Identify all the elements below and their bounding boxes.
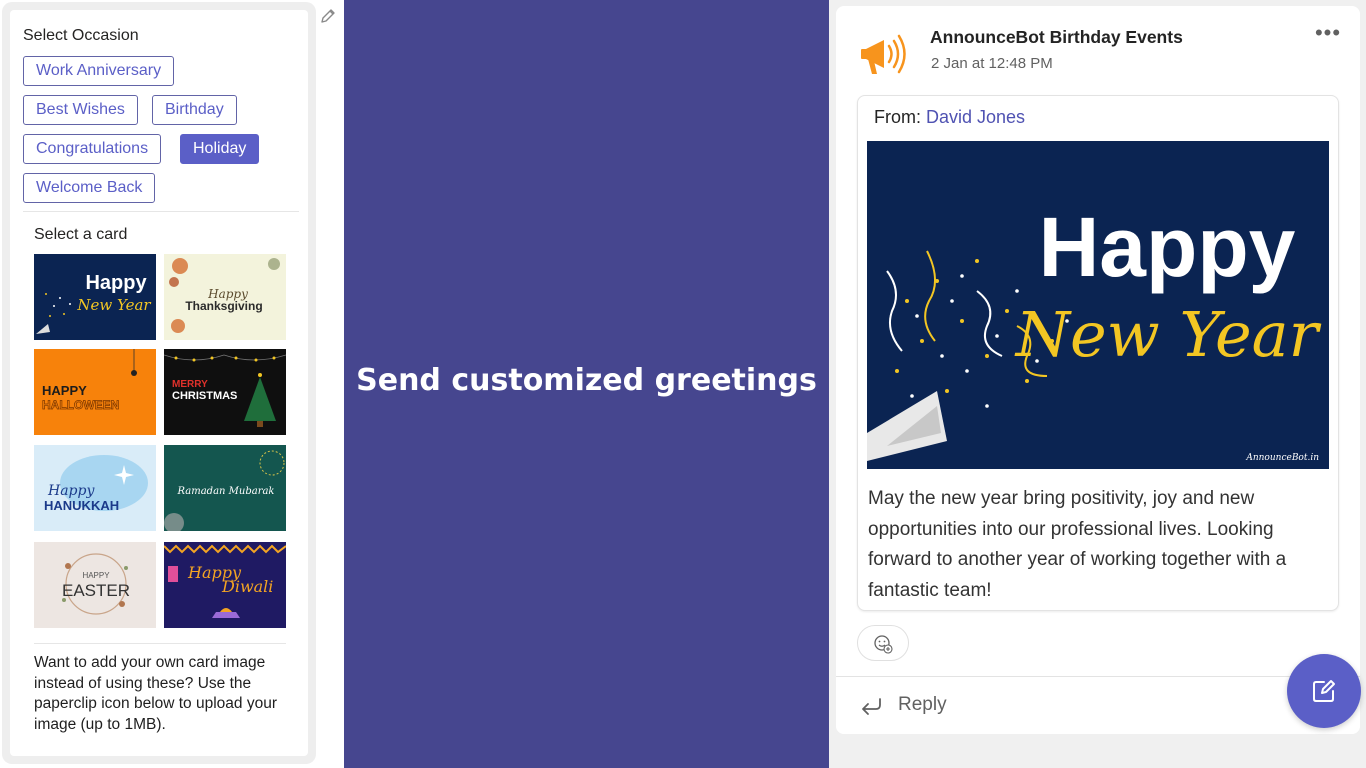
thumb-easter-line1: HAPPY xyxy=(82,571,110,580)
sender-name-link[interactable]: David Jones xyxy=(926,107,1025,127)
promo-banner: Send customized greetings xyxy=(344,0,829,768)
chip-welcome-back[interactable]: Welcome Back xyxy=(23,173,156,203)
section-divider xyxy=(23,211,299,212)
banner-headline: Send customized greetings xyxy=(356,363,817,398)
thumb-christmas-line2: CHRISTMAS xyxy=(172,390,237,402)
megaphone-icon xyxy=(858,26,914,82)
card-new-year[interactable]: Happy New Year xyxy=(34,254,156,340)
card-image-line2: New Year xyxy=(1014,298,1322,371)
thumb-christmas-line1: MERRY xyxy=(172,379,208,390)
chip-congratulations[interactable]: Congratulations xyxy=(23,134,162,164)
chip-best-wishes[interactable]: Best Wishes xyxy=(23,95,138,125)
from-line: From: David Jones xyxy=(874,107,1025,128)
card-halloween[interactable]: HAPPY HALLOWEEN xyxy=(34,349,156,435)
card-thanksgiving[interactable]: Happy Thanksgiving xyxy=(164,254,286,340)
thumb-hanukkah-line2: HANUKKAH xyxy=(44,498,119,513)
chip-holiday[interactable]: Holiday xyxy=(180,134,260,164)
card-hanukkah[interactable]: Happy HANUKKAH xyxy=(34,445,156,531)
card-image-watermark: AnnounceBot.in xyxy=(1245,453,1319,463)
greeting-message-text: May the new year bring positivity, joy a… xyxy=(868,488,1287,601)
custom-card-help-text: Want to add your own card image instead … xyxy=(34,654,277,733)
chip-birthday[interactable]: Birthday xyxy=(152,95,237,125)
emoji-reaction-icon xyxy=(874,635,893,654)
card-image-line1: Happy xyxy=(1039,200,1296,294)
reply-label[interactable]: Reply xyxy=(898,694,947,716)
select-occasion-heading: Select Occasion xyxy=(23,27,139,44)
more-options-icon[interactable]: ••• xyxy=(1314,22,1342,48)
help-divider xyxy=(34,643,286,644)
add-reaction-button[interactable] xyxy=(857,625,909,661)
chip-work-anniversary[interactable]: Work Anniversary xyxy=(23,56,175,86)
card-christmas[interactable]: MERRY CHRISTMAS xyxy=(164,349,286,435)
from-label: From: xyxy=(874,107,926,127)
thumb-newyear-line1: Happy xyxy=(85,272,147,294)
thumb-halloween-line2: HALLOWEEN xyxy=(42,398,119,412)
thumb-thanksgiving-line2: Thanksgiving xyxy=(185,299,262,313)
thumb-newyear-line2: New Year xyxy=(76,296,151,314)
reply-arrow-icon xyxy=(858,695,884,717)
pencil-icon[interactable] xyxy=(318,6,338,26)
card-diwali[interactable]: Happy Diwali xyxy=(164,542,286,628)
thumb-diwali-line2: Diwali xyxy=(221,577,273,596)
select-card-heading: Select a card xyxy=(34,226,128,243)
thumb-hanukkah-line1: Happy xyxy=(47,483,95,499)
post-timestamp: 2 Jan at 12:48 PM xyxy=(931,55,1053,72)
compose-icon xyxy=(1313,680,1335,702)
thumb-easter-line2: EASTER xyxy=(62,581,130,600)
bot-name[interactable]: AnnounceBot Birthday Events xyxy=(930,27,1183,48)
card-ramadan[interactable]: Ramadan Mubarak xyxy=(164,445,286,531)
thumb-halloween-line1: HAPPY xyxy=(42,383,87,398)
thumb-ramadan-line1: Ramadan Mubarak xyxy=(177,486,275,497)
greeting-card-image: Happy New Year AnnounceBot.in xyxy=(867,141,1329,469)
card-easter[interactable]: HAPPY EASTER xyxy=(34,542,156,628)
compose-button[interactable] xyxy=(1287,654,1361,728)
